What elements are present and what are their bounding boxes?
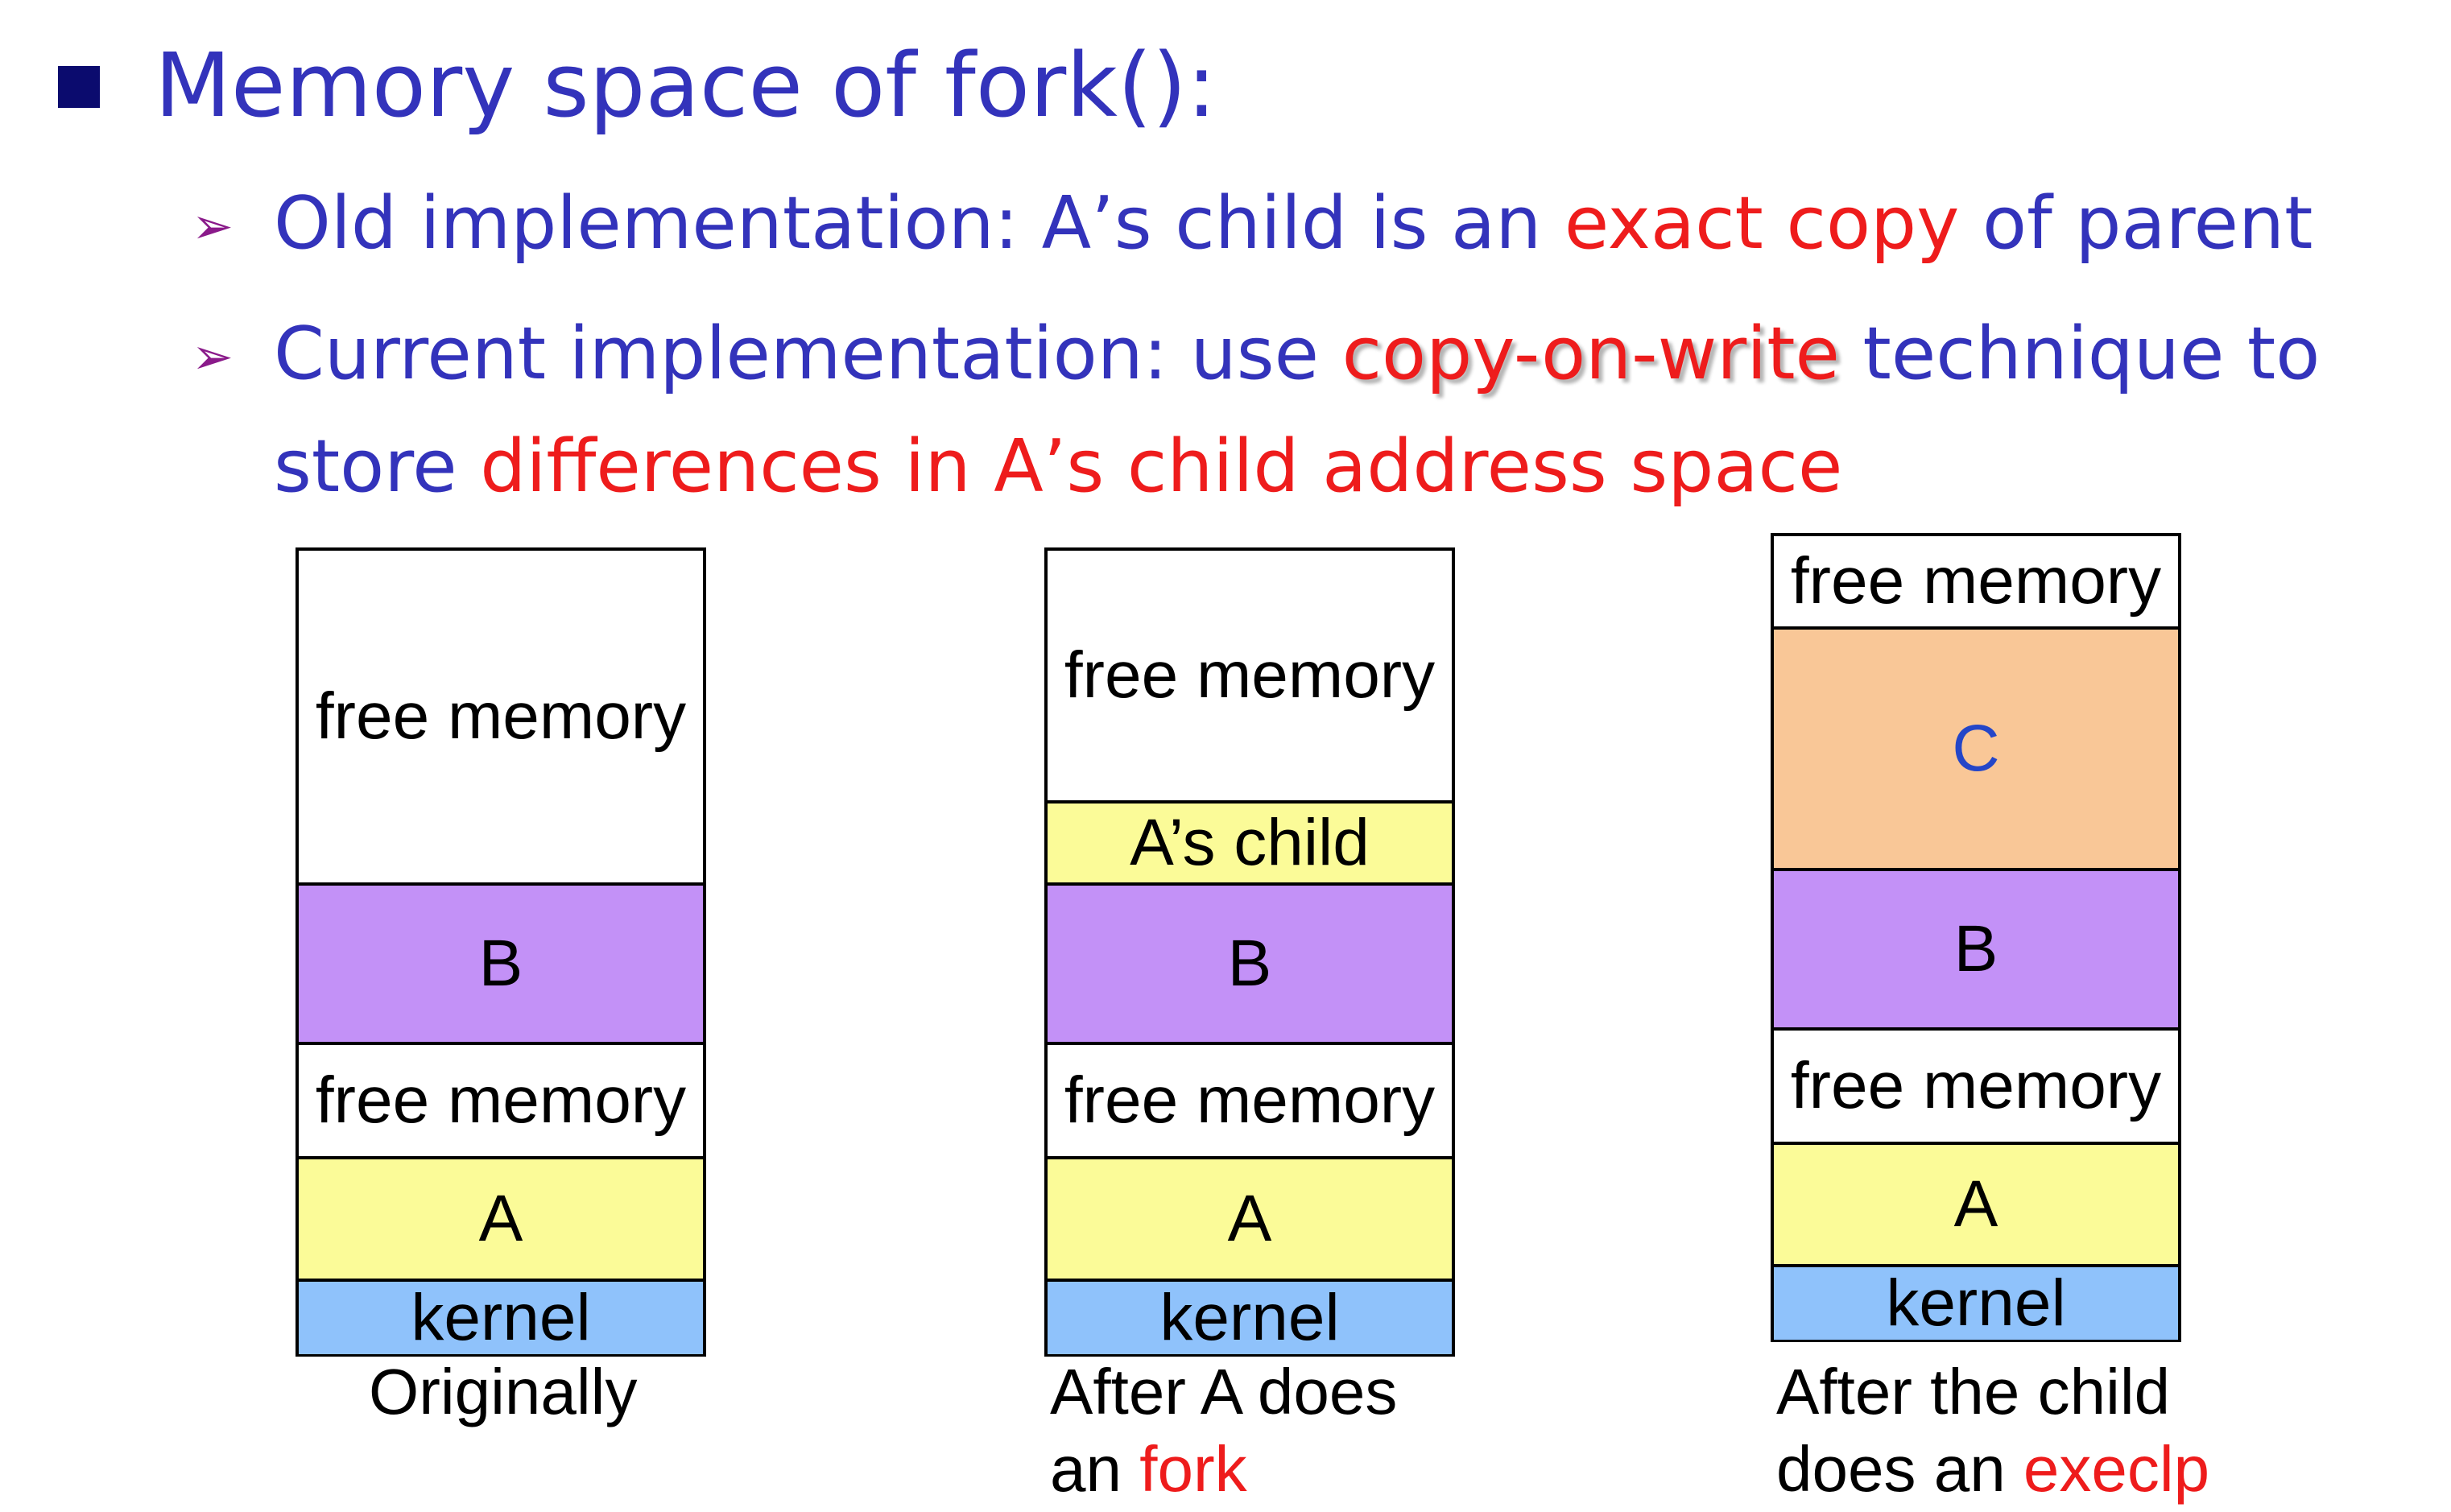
bullet-old-implementation: Old implementation: A’s child is an exac… bbox=[274, 181, 2313, 266]
process-a-region: A bbox=[299, 1156, 703, 1279]
copy-on-write-text: copy-on-write bbox=[1341, 312, 1840, 396]
process-a-region: A bbox=[1774, 1142, 2178, 1264]
a-child-region: A’s child bbox=[1048, 800, 1452, 882]
caption-after-fork-line2: an fork bbox=[1050, 1433, 1247, 1505]
caption-originally: Originally bbox=[369, 1356, 638, 1427]
slide-title: Memory space of fork(): bbox=[155, 34, 1217, 137]
exact-copy-text: exact copy bbox=[1564, 181, 1960, 266]
kernel-region: kernel bbox=[299, 1279, 703, 1354]
bullet-current-implementation-line1: Current implementation: use copy-on-writ… bbox=[274, 312, 2321, 396]
memory-diagram-after-execlp: free memory C B free memory A kernel bbox=[1771, 533, 2181, 1342]
process-b-region: B bbox=[299, 882, 703, 1042]
process-a-region: A bbox=[1048, 1156, 1452, 1279]
caption-after-execlp-line1: After the child bbox=[1776, 1356, 2171, 1427]
free-memory-region: free memory bbox=[1048, 1042, 1452, 1156]
caption-after-fork-line1: After A does bbox=[1050, 1356, 1398, 1427]
execlp-text: execlp bbox=[2023, 1433, 2210, 1505]
memory-diagram-originally: free memory B free memory A kernel bbox=[296, 547, 706, 1357]
fork-text: fork bbox=[1139, 1433, 1247, 1505]
arrow-bullet-icon: ➢ bbox=[192, 199, 234, 254]
caption-after-execlp-line2: does an execlp bbox=[1776, 1433, 2210, 1505]
free-memory-region: free memory bbox=[299, 1042, 703, 1156]
free-memory-region: free memory bbox=[1048, 551, 1452, 800]
differences-text: differences in A’s child address space bbox=[480, 424, 1843, 509]
kernel-region: kernel bbox=[1048, 1279, 1452, 1354]
process-b-region: B bbox=[1774, 868, 2178, 1027]
process-b-region: B bbox=[1048, 882, 1452, 1042]
free-memory-region: free memory bbox=[1774, 536, 2178, 626]
bullet-current-implementation-line2: store differences in A’s child address s… bbox=[274, 424, 1843, 509]
bullet-square-icon bbox=[58, 66, 100, 108]
arrow-bullet-icon: ➢ bbox=[192, 329, 234, 385]
process-c-region: C bbox=[1774, 626, 2178, 868]
memory-diagram-after-fork: free memory A’s child B free memory A ke… bbox=[1044, 547, 1455, 1357]
kernel-region: kernel bbox=[1774, 1264, 2178, 1340]
free-memory-region: free memory bbox=[1774, 1027, 2178, 1142]
free-memory-region: free memory bbox=[299, 551, 703, 882]
